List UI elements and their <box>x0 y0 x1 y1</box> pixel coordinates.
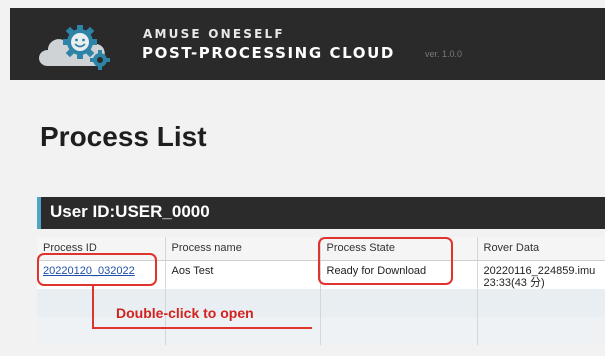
rover-data-file: 20220116_224859.imu <box>483 265 596 277</box>
brand-name: POST-PROCESSING CLOUD <box>142 44 395 62</box>
process-id-highlight <box>37 253 157 286</box>
column-header-rover-data[interactable]: Rover Data <box>477 237 605 261</box>
column-header-process-name[interactable]: Process name <box>165 237 321 261</box>
callout-underline <box>92 327 312 329</box>
table-row-empty[interactable] <box>37 317 605 345</box>
rover-data-time: 23:33(43 分) <box>483 277 545 289</box>
version-label: ver. 1.0.0 <box>425 49 463 59</box>
user-id-label: User ID:USER_0000 <box>50 202 210 221</box>
cloud-gear-logo-icon <box>39 25 110 70</box>
app-header: AMUSE ONESELF POST-PROCESSING CLOUD ver.… <box>10 8 605 80</box>
process-state-highlight <box>318 237 453 285</box>
rover-data-cell[interactable]: 20220116_224859.imu 23:33(43 分) <box>477 260 605 289</box>
callout-connector <box>92 286 94 329</box>
double-click-hint: Double-click to open <box>116 305 254 321</box>
page-title: Process List <box>40 121 207 152</box>
process-name-cell[interactable]: Aos Test <box>165 260 321 289</box>
user-id-bar: User ID:USER_0000 <box>37 197 605 229</box>
brand-tagline: AMUSE ONESELF <box>143 27 285 41</box>
